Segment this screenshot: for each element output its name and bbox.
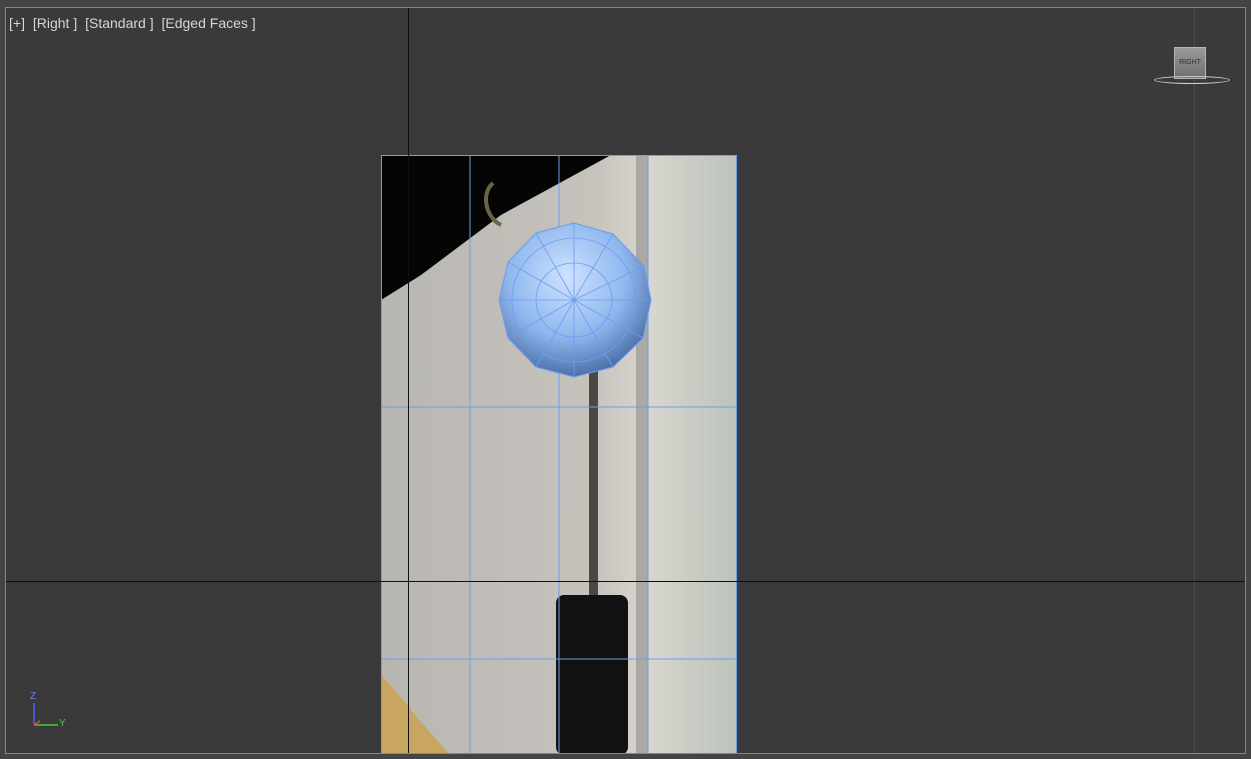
viewport-menu-shading-standard[interactable]: [Standard ] <box>85 15 154 31</box>
viewcube-face-label: RIGHT <box>1179 59 1201 66</box>
axis-z-label: Z <box>30 691 37 702</box>
viewport-menu-edged-faces[interactable]: [Edged Faces ] <box>162 15 256 31</box>
axis-y-label: Y <box>59 718 66 729</box>
viewport-label-menu: [+] [Right ] [Standard ] [Edged Faces ] <box>9 15 260 31</box>
right-viewport[interactable]: [+] [Right ] [Standard ] [Edged Faces ] <box>5 7 1246 754</box>
viewport-menu-plus[interactable]: [+] <box>9 15 25 31</box>
world-axis-horizontal <box>6 581 1245 582</box>
world-axis-vertical <box>408 8 409 753</box>
axis-tripod-icon: Z Y <box>24 691 74 731</box>
plane-render <box>381 155 737 753</box>
grid-line <box>1194 8 1195 753</box>
viewport-menu-point-of-view[interactable]: [Right ] <box>33 15 77 31</box>
reference-image-plane[interactable] <box>381 155 737 753</box>
viewcube[interactable]: RIGHT <box>1174 47 1206 79</box>
viewcube-compass-ring[interactable] <box>1154 76 1230 84</box>
